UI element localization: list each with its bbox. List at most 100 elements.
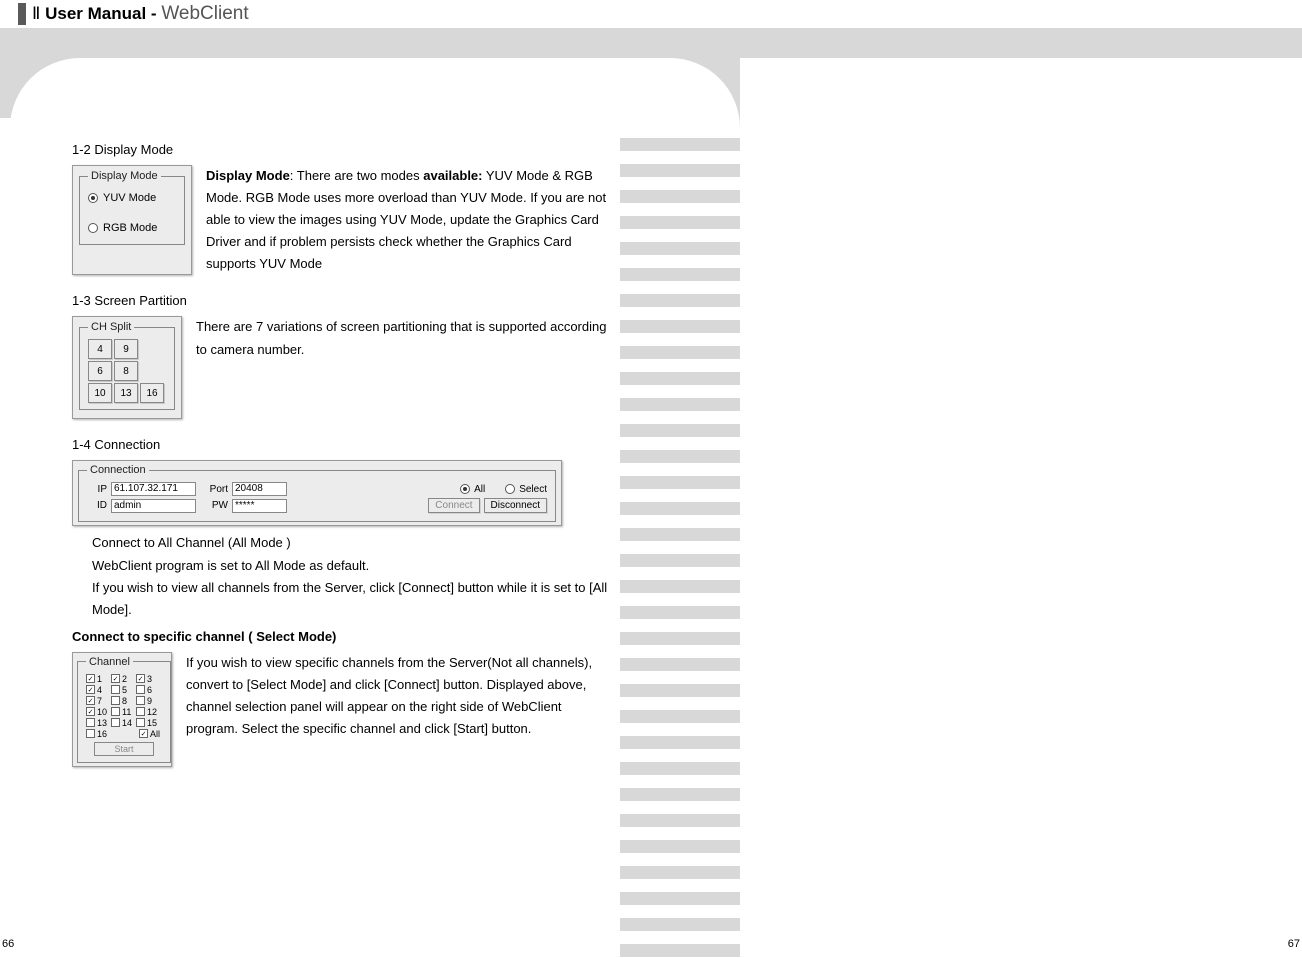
heading-1-3: 1-3 Screen Partition	[72, 293, 612, 308]
channel-legend: Channel	[86, 656, 133, 668]
channel-row: 123	[86, 674, 162, 684]
radio-rgb-label: RGB Mode	[103, 222, 157, 234]
ip-input[interactable]: 61.107.32.171	[111, 482, 196, 496]
pw-label: PW	[200, 500, 228, 511]
channel-number: 2	[122, 674, 134, 684]
conn-para3: If you wish to view all channels from th…	[92, 577, 612, 621]
channel-number: 11	[122, 707, 134, 717]
channel-checkbox[interactable]	[136, 696, 145, 705]
channel-checkbox[interactable]	[111, 696, 120, 705]
conn-row-2: ID admin PW ***** Connect Disconnect	[87, 498, 547, 513]
text-1-3: There are 7 variations of screen partiti…	[196, 316, 612, 419]
channel-row: 10 11 12	[86, 707, 162, 717]
radio-yuv[interactable]	[88, 193, 98, 203]
ch-split-legend: CH Split	[88, 321, 134, 333]
channel-number: All	[150, 729, 162, 739]
radio-all-label: All	[474, 484, 485, 495]
text-1-2-b2: available:	[423, 168, 482, 183]
header-title: Ⅱ User Manual - WebClient	[32, 3, 249, 25]
split-6-button[interactable]: 6	[88, 361, 112, 381]
pw-input[interactable]: *****	[232, 499, 287, 513]
channel-number: 8	[122, 696, 134, 706]
heading-select-mode: Connect to specific channel ( Select Mod…	[72, 629, 612, 644]
row-1-2: Display Mode YUV Mode RGB Mode Display M…	[72, 165, 612, 275]
start-button[interactable]: Start	[94, 742, 154, 756]
conn-text-block: Connect to All Channel (All Mode ) WebCl…	[92, 532, 612, 620]
text-select-mode: If you wish to view specific channels fr…	[186, 652, 612, 767]
radio-rgb-row[interactable]: RGB Mode	[88, 222, 176, 234]
heading-1-4: 1-4 Connection	[72, 437, 612, 452]
disconnect-button[interactable]: Disconnect	[484, 498, 547, 513]
display-mode-legend: Display Mode	[88, 170, 161, 182]
display-mode-panel: Display Mode YUV Mode RGB Mode	[72, 165, 192, 275]
connect-button[interactable]: Connect	[428, 498, 479, 513]
header-roman: Ⅱ	[32, 4, 40, 23]
channel-checkbox[interactable]	[136, 718, 145, 727]
connection-legend: Connection	[87, 464, 149, 476]
channel-checkbox[interactable]	[111, 718, 120, 727]
split-4-button[interactable]: 4	[88, 339, 112, 359]
radio-yuv-row[interactable]: YUV Mode	[88, 192, 176, 204]
conn-row-1: IP 61.107.32.171 Port 20408 All Select	[87, 482, 547, 496]
split-9-button[interactable]: 9	[114, 339, 138, 359]
split-16-button[interactable]: 16	[140, 383, 164, 403]
main-content: 1-2 Display Mode Display Mode YUV Mode R…	[72, 130, 612, 777]
channel-checkbox[interactable]	[86, 729, 95, 738]
channel-row: 16 All	[86, 729, 162, 739]
gray-strip	[0, 28, 1302, 58]
channel-number: 16	[97, 729, 109, 739]
port-label: Port	[200, 484, 228, 495]
channel-number: 4	[97, 685, 109, 695]
channel-checkbox[interactable]	[86, 707, 95, 716]
conn-para1: Connect to All Channel (All Mode )	[92, 532, 612, 554]
header-bold-text: User Manual -	[45, 4, 156, 23]
channel-checkbox[interactable]	[86, 685, 95, 694]
id-input[interactable]: admin	[111, 499, 196, 513]
curve-white	[10, 58, 630, 138]
split-13-button[interactable]: 13	[114, 383, 138, 403]
channel-number: 12	[147, 707, 159, 717]
channel-checkbox[interactable]	[136, 707, 145, 716]
row-select-mode: Channel 12345678910111213141516All Start…	[72, 652, 612, 767]
radio-all[interactable]	[460, 484, 470, 494]
channel-checkbox[interactable]	[136, 674, 145, 683]
radio-rgb[interactable]	[88, 223, 98, 233]
conn-para2: WebClient program is set to All Mode as …	[92, 555, 612, 577]
channel-rows: 12345678910111213141516All	[86, 674, 162, 739]
page-number-right: 67	[1288, 938, 1300, 950]
channel-number: 6	[147, 685, 159, 695]
heading-1-2: 1-2 Display Mode	[72, 142, 612, 157]
ch-split-fieldset: CH Split 4 9 6 8 10 13 16	[79, 321, 175, 410]
page-number-left: 66	[2, 938, 14, 950]
channel-checkbox[interactable]	[136, 685, 145, 694]
channel-number: 9	[147, 696, 159, 706]
text-1-2-p2: YUV Mode & RGB Mode. RGB Mode uses more …	[206, 168, 606, 271]
channel-checkbox[interactable]	[111, 707, 120, 716]
channel-number: 7	[97, 696, 109, 706]
channel-checkbox[interactable]	[86, 674, 95, 683]
connection-panel: Connection IP 61.107.32.171 Port 20408 A…	[72, 460, 562, 526]
channel-number: 10	[97, 707, 109, 717]
header-ornament	[18, 3, 26, 25]
id-label: ID	[87, 500, 107, 511]
channel-number: 1	[97, 674, 109, 684]
split-8-button[interactable]: 8	[114, 361, 138, 381]
radio-select[interactable]	[505, 484, 515, 494]
right-stripes	[620, 138, 740, 958]
split-10-button[interactable]: 10	[88, 383, 112, 403]
port-input[interactable]: 20408	[232, 482, 287, 496]
channel-number: 5	[122, 685, 134, 695]
row-1-3: CH Split 4 9 6 8 10 13 16 There are 7 va…	[72, 316, 612, 419]
page-header: Ⅱ User Manual - WebClient	[0, 0, 1302, 28]
channel-number: 13	[97, 718, 109, 728]
channel-checkbox[interactable]	[111, 674, 120, 683]
radio-select-label: Select	[519, 484, 547, 495]
channel-row: 7 8 9	[86, 696, 162, 706]
channel-checkbox[interactable]	[86, 718, 95, 727]
channel-checkbox[interactable]	[86, 696, 95, 705]
header-light-text: WebClient	[161, 3, 248, 24]
channel-row: 131415	[86, 718, 162, 728]
channel-checkbox[interactable]	[139, 729, 148, 738]
channel-checkbox[interactable]	[111, 685, 120, 694]
text-1-2-p1: : There are two modes	[290, 168, 423, 183]
